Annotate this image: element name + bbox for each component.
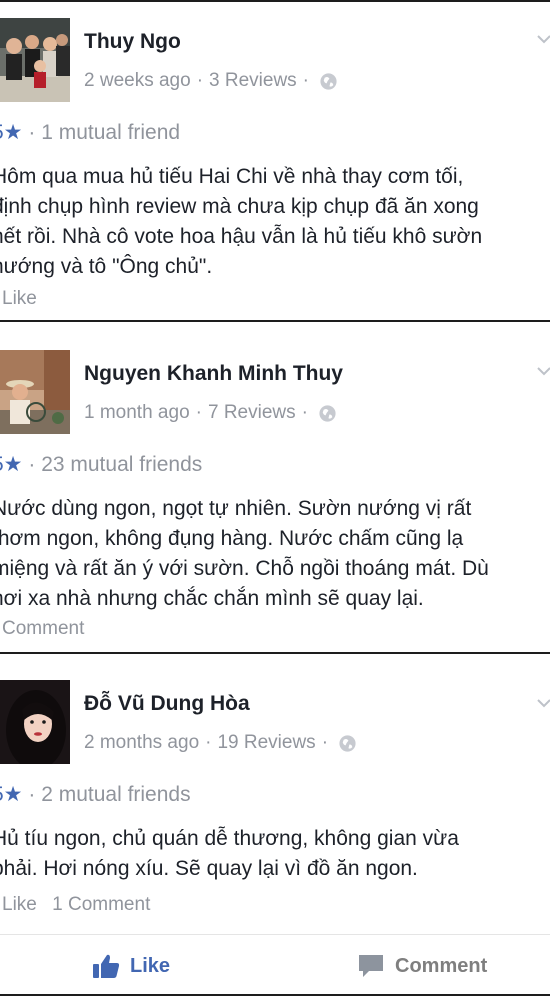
mutual-friends[interactable]: 1 mutual friend [41, 121, 180, 144]
like-link[interactable]: Like [2, 894, 37, 915]
review-actions: Like [2, 288, 47, 310]
comment-button[interactable]: Comment [357, 953, 487, 979]
mutual-friends[interactable]: 2 mutual friends [41, 783, 190, 806]
like-link[interactable]: Like [2, 288, 37, 309]
reviews-count[interactable]: 19 Reviews [217, 732, 315, 754]
divider [0, 652, 550, 654]
globe-icon [339, 734, 356, 752]
star-icon: 5★ [0, 783, 23, 806]
like-button[interactable]: Like [92, 953, 170, 979]
review-meta: 2 weeks ago · 3 Reviews · [84, 70, 338, 92]
rating-stars: 5★ [0, 783, 23, 806]
comment-button-label: Comment [395, 954, 488, 977]
reviews-count[interactable]: 7 Reviews [208, 402, 296, 424]
review-text: Hủ tíu ngon, chủ quán dễ thương, không g… [0, 827, 459, 880]
comments-count-link[interactable]: 1 Comment [52, 894, 150, 915]
thumbs-up-icon [93, 954, 120, 978]
review-actions: Like 1 Comment [2, 894, 160, 916]
globe-icon [319, 404, 336, 422]
globe-icon [320, 72, 337, 90]
rating-and-mutual: 5★ · 23 mutual friends [0, 452, 202, 477]
divider [0, 320, 550, 322]
review-time[interactable]: 1 month ago [84, 402, 190, 424]
author-name[interactable]: Thuy Ngo [84, 30, 181, 54]
rating-stars: 5★ [0, 121, 23, 144]
author-name[interactable]: Đỗ Vũ Dung Hòa [84, 692, 250, 716]
chevron-down-icon[interactable] [536, 32, 550, 46]
like-button-label: Like [130, 954, 171, 977]
review-meta: 2 months ago · 19 Reviews · [84, 732, 357, 754]
comment-link[interactable]: Comment [2, 618, 84, 639]
review-card: Nguyen Khanh Minh Thuy 1 month ago · 7 R… [0, 338, 550, 652]
review-time[interactable]: 2 weeks ago [84, 70, 191, 92]
action-bar: Like Comment [0, 934, 550, 997]
mutual-friends[interactable]: 23 mutual friends [41, 453, 202, 476]
comment-icon [359, 955, 383, 977]
review-text: Hôm qua mua hủ tiếu Hai Chi về nhà thay … [0, 165, 483, 278]
review-card: Đỗ Vũ Dung Hòa 2 months ago · 19 Reviews… [0, 668, 550, 932]
review-actions: Comment [2, 618, 94, 640]
star-icon: 5★ [0, 121, 23, 144]
reviews-count[interactable]: 3 Reviews [209, 70, 297, 92]
avatar[interactable] [0, 18, 70, 102]
review-time[interactable]: 2 months ago [84, 732, 199, 754]
chevron-down-icon[interactable] [536, 696, 550, 710]
review-text: Nước dùng ngon, ngọt tự nhiên. Sườn nướn… [0, 497, 489, 610]
avatar[interactable] [0, 680, 70, 764]
chevron-down-icon[interactable] [536, 364, 550, 378]
author-name[interactable]: Nguyen Khanh Minh Thuy [84, 362, 343, 386]
review-meta: 1 month ago · 7 Reviews · [84, 402, 337, 424]
rating-and-mutual: 5★ · 2 mutual friends [0, 782, 191, 807]
rating-and-mutual: 5★ · 1 mutual friend [0, 120, 180, 145]
rating-stars: 5★ [0, 453, 23, 476]
avatar[interactable] [0, 350, 70, 434]
review-card: Thuy Ngo 2 weeks ago · 3 Reviews · 5★ · … [0, 2, 550, 320]
star-icon: 5★ [0, 453, 23, 476]
